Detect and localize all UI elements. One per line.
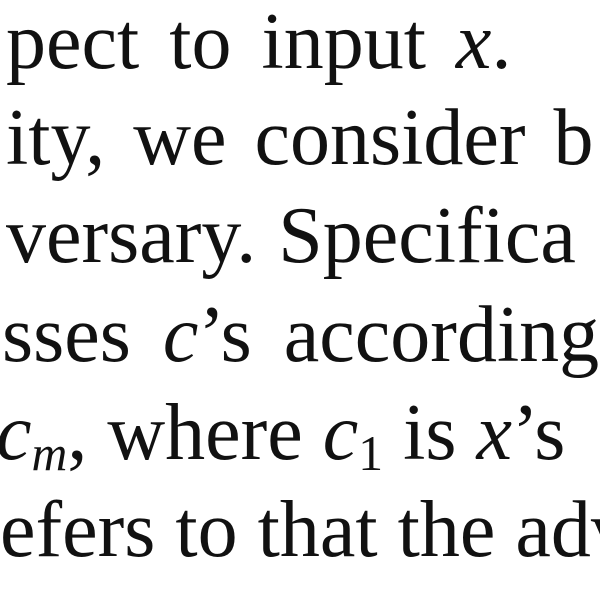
math-var-x: x <box>455 0 492 86</box>
text-run: , where <box>67 389 323 477</box>
text-run: ity, we consider b <box>6 94 594 182</box>
text-run: efers to that the adv <box>0 486 600 574</box>
math-subscript-m: m <box>31 425 68 481</box>
text-line-4: sses c’s according <box>2 295 599 375</box>
text-run: pect to input <box>6 0 456 86</box>
math-var-c: c <box>0 389 32 477</box>
text-line-6: efers to that the adv <box>0 490 600 570</box>
math-var-c: c <box>162 291 199 379</box>
text-line-3: versary. Specifica <box>6 196 576 276</box>
text-run: . <box>491 0 512 86</box>
text-line-5: cm, where c1 is x’s <box>0 393 565 479</box>
text-run: versary. <box>6 192 257 280</box>
math-var-c: c <box>322 389 359 477</box>
text-run: is <box>383 389 477 477</box>
text-run: sses <box>2 291 163 379</box>
text-line-2: ity, we consider b <box>6 98 594 178</box>
text-run: ’s <box>511 389 566 477</box>
document-page: pect to input x. ity, we consider b vers… <box>0 0 600 600</box>
text-run: ’s according <box>198 291 600 379</box>
text-run: Specifica <box>278 192 576 280</box>
text-line-1: pect to input x. <box>6 2 511 82</box>
math-subscript-1: 1 <box>358 425 384 481</box>
math-var-x: x <box>476 389 512 477</box>
